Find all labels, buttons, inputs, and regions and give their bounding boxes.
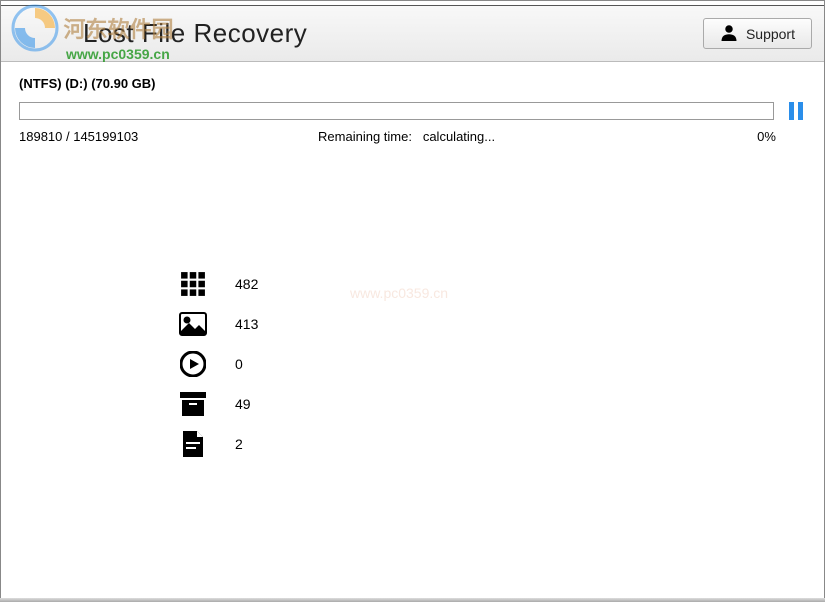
count-all: 482 (235, 276, 258, 292)
count-row-document: 2 (179, 424, 806, 464)
drive-label: (NTFS) (D:) (70.90 GB) (19, 76, 806, 91)
count-document: 2 (235, 436, 243, 452)
count-row-all: 482 (179, 264, 806, 304)
app-title: Lost File Recovery (83, 18, 307, 49)
grid-icon (179, 270, 207, 298)
count-video: 0 (235, 356, 243, 372)
bottom-border (0, 598, 825, 602)
count-row-images: 413 (179, 304, 806, 344)
main-content: (NTFS) (D:) (70.90 GB) 189810 / 14519910… (1, 62, 824, 478)
play-icon (179, 350, 207, 378)
file-counts: 482 413 0 (179, 264, 806, 464)
user-icon (720, 23, 738, 44)
scan-count: 189810 / 145199103 (19, 129, 318, 144)
support-button[interactable]: Support (703, 18, 812, 49)
progress-bar (19, 102, 774, 120)
count-archive: 49 (235, 396, 251, 412)
watermark-logo-icon (11, 4, 59, 52)
count-row-archive: 49 (179, 384, 806, 424)
archive-icon (179, 390, 207, 418)
remaining-value: calculating... (423, 129, 495, 144)
support-label: Support (746, 26, 795, 42)
remaining-label: Remaining time: (318, 129, 412, 144)
progress-row (19, 101, 806, 121)
scan-percent: 0% (727, 129, 806, 144)
document-icon (179, 430, 207, 458)
image-icon (179, 310, 207, 338)
status-row: 189810 / 145199103 Remaining time: calcu… (19, 129, 806, 144)
count-images: 413 (235, 316, 258, 332)
app-header: 河东软件园 www.pc0359.cn Lost File Recovery S… (1, 6, 824, 62)
pause-button[interactable] (786, 101, 806, 121)
scan-remaining: Remaining time: calculating... (318, 129, 727, 144)
count-row-video: 0 (179, 344, 806, 384)
